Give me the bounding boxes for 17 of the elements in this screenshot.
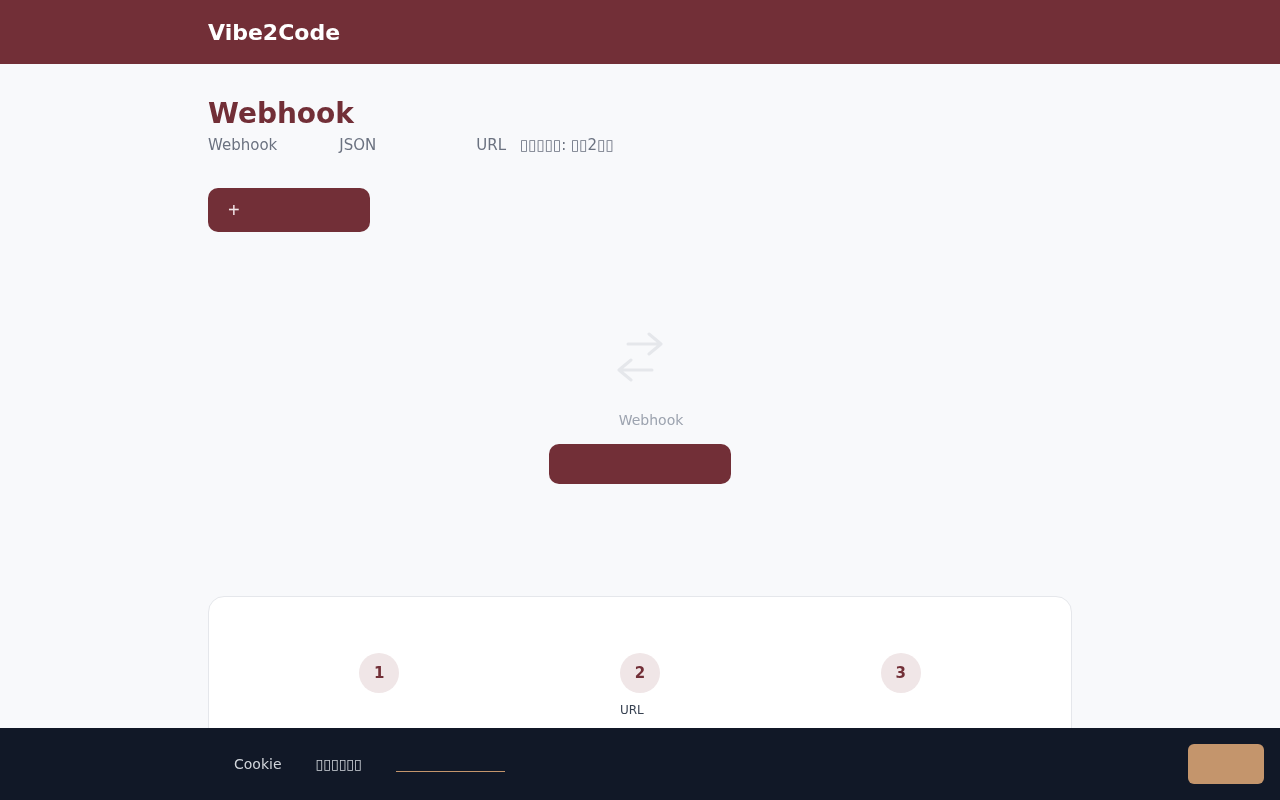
subtitle-text: Webhook	[208, 136, 278, 154]
accept-button[interactable]	[1188, 744, 1264, 784]
step-number: 3	[880, 653, 921, 693]
step-number: 1	[359, 653, 400, 693]
subtitle-text: URL	[476, 136, 506, 154]
subtitle-text: JSON	[339, 136, 377, 154]
brand-logo[interactable]: Vibe2Code	[208, 19, 341, 45]
cookie-text: ▯▯▯▯▯▯	[315, 756, 362, 772]
empty-message: Webhook	[618, 412, 684, 428]
cookie-text: Cookie	[234, 756, 282, 772]
step-title: URL	[620, 703, 645, 717]
add-button[interactable]: +	[208, 188, 370, 232]
link-underline[interactable]	[395, 770, 505, 772]
page-title: Webhook	[208, 96, 355, 132]
create-button[interactable]	[549, 444, 731, 484]
step-number: 2	[620, 653, 660, 693]
subtitle-text: ▯▯▯▯▯: ▯▯2▯▯	[520, 136, 614, 154]
